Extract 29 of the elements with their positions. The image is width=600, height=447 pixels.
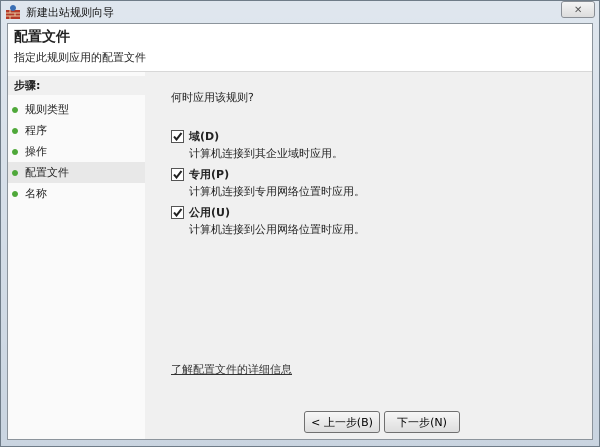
step-item[interactable]: 名称	[8, 183, 145, 204]
close-button[interactable]: ✕	[561, 1, 595, 18]
checkbox[interactable]	[171, 130, 184, 143]
step-item[interactable]: 操作	[8, 141, 145, 162]
checkbox[interactable]	[171, 168, 184, 181]
page-subtitle: 指定此规则应用的配置文件	[14, 50, 147, 65]
bullet-icon	[12, 128, 18, 134]
profile-checkbox[interactable]: 专用(P)	[171, 167, 580, 182]
option-description: 计算机连接到公用网络位置时应用。	[188, 222, 366, 237]
option-description: 计算机连接到专用网络位置时应用。	[188, 184, 366, 199]
step-item[interactable]: 规则类型	[8, 99, 145, 120]
step-item[interactable]: 配置文件	[8, 162, 145, 183]
window-title: 新建出站规则向导	[26, 4, 114, 20]
profile-checkbox[interactable]: 域(D)	[171, 129, 580, 144]
bullet-icon	[12, 106, 18, 112]
checkbox[interactable]	[171, 206, 184, 219]
help-link[interactable]: 了解配置文件的详细信息	[171, 362, 292, 377]
profile-checkbox[interactable]: 公用(U)	[171, 205, 580, 220]
bullet-icon	[12, 190, 18, 196]
bullet-icon	[12, 170, 18, 176]
option-description: 计算机连接到其企业域时应用。	[188, 146, 344, 161]
nav-button[interactable]: < 上一步(B)	[304, 411, 380, 433]
bullet-icon	[12, 148, 18, 154]
question-label: 何时应用该规则?	[171, 90, 255, 105]
step-item[interactable]: 程序	[8, 120, 145, 141]
nav-button[interactable]: 下一步(N)	[384, 411, 460, 433]
steps-heading: 步骤:	[8, 76, 145, 95]
page-title: 配置文件	[14, 28, 71, 47]
firewall-icon	[5, 4, 21, 20]
